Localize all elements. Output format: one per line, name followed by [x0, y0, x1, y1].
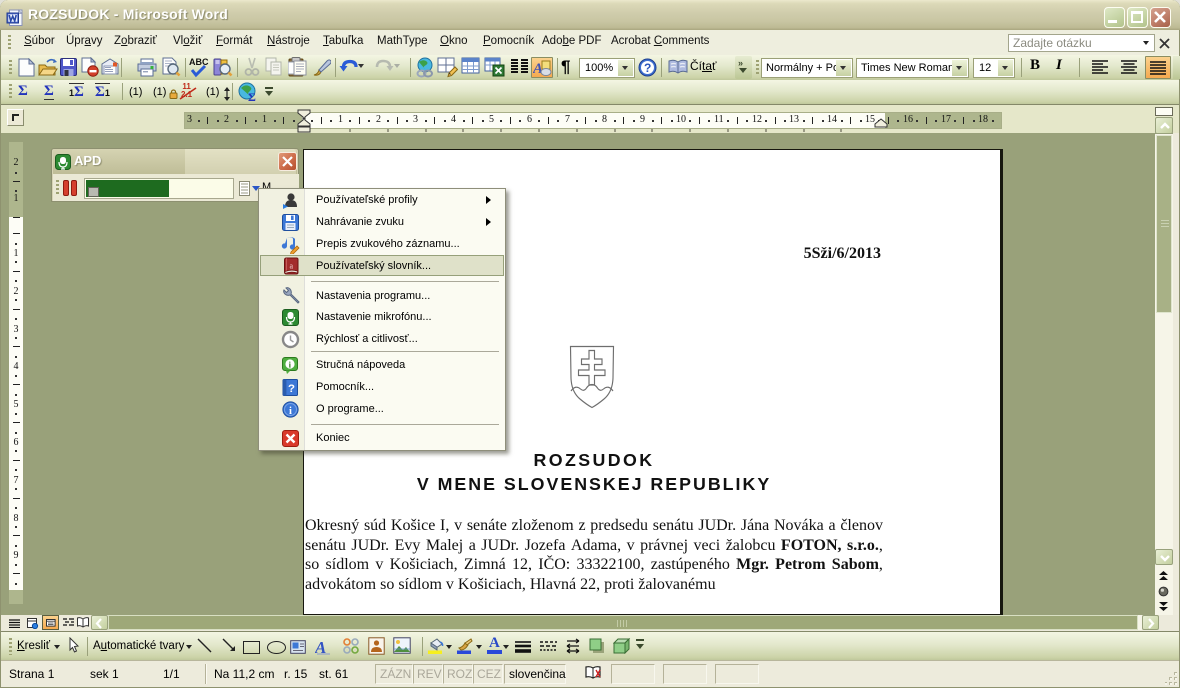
svg-text:Σ: Σ	[248, 90, 256, 103]
svg-text:?: ?	[644, 61, 651, 75]
svg-text:a: a	[290, 262, 294, 271]
svg-text:i: i	[289, 406, 292, 417]
svg-text:?: ?	[288, 383, 295, 395]
svg-text:ABC: ABC	[189, 57, 209, 67]
svg-text:A: A	[315, 638, 326, 655]
